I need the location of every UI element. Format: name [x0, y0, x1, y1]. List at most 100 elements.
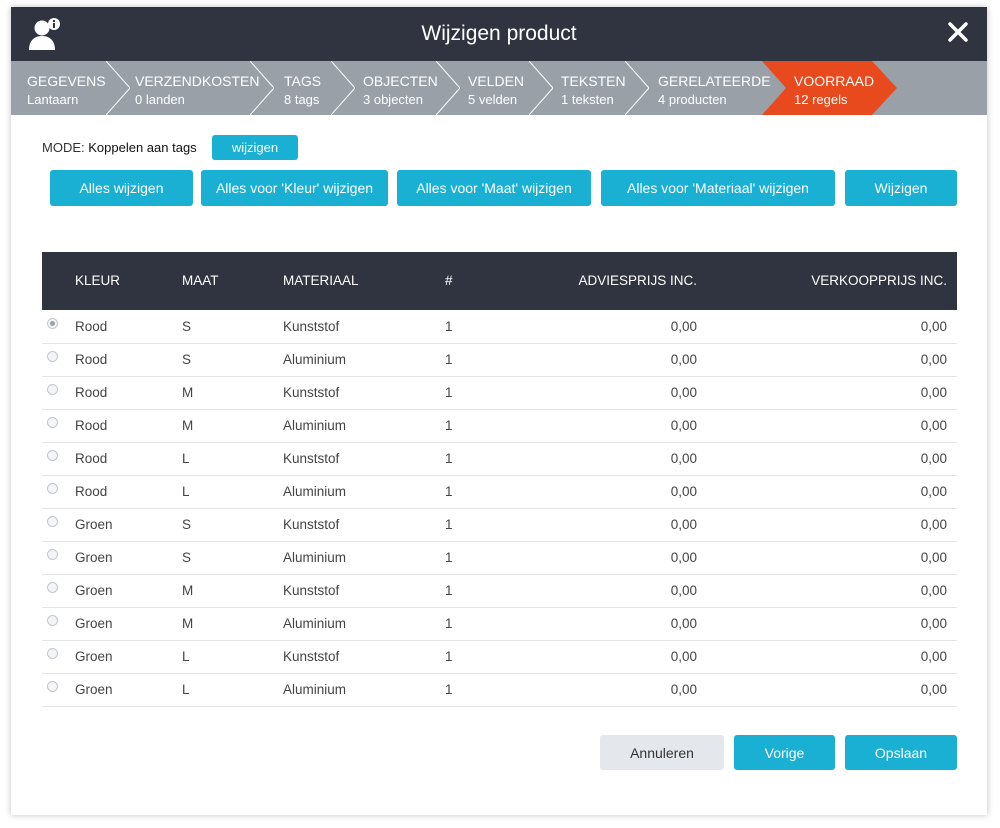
cell-materiaal: Aluminium: [283, 616, 347, 631]
row-select-radio[interactable]: [47, 450, 58, 461]
row-select-radio[interactable]: [47, 549, 58, 560]
cell-kleur: Groen: [75, 583, 113, 598]
cell-verkoopprijs: 0,00: [920, 517, 947, 532]
cell-materiaal: Aluminium: [283, 550, 347, 565]
table-row[interactable]: Groen L Kunststof 1 0,00 0,00: [42, 640, 957, 674]
step-label: OBJECTEN: [363, 73, 438, 89]
edit-all-button[interactable]: Alles wijzigen: [50, 170, 193, 206]
cell-maat: M: [182, 385, 194, 400]
cell-verkoopprijs: 0,00: [920, 682, 947, 697]
cell-maat: M: [182, 418, 194, 433]
mode-label: MODE:: [42, 140, 85, 155]
cell-adviesprijs: 0,00: [670, 385, 697, 400]
step-sublabel: 4 producten: [658, 92, 727, 107]
cell-materiaal: Aluminium: [283, 418, 347, 433]
cell-adviesprijs: 0,00: [670, 682, 697, 697]
cell-materiaal: Kunststof: [283, 649, 340, 664]
column-header-verkoopprijs[interactable]: VERKOOPPRIJS INC.: [811, 273, 947, 288]
step-separator-chevron: [436, 61, 460, 115]
table-row[interactable]: Rood L Kunststof 1 0,00 0,00: [42, 442, 957, 476]
step-separator-chevron: [106, 61, 130, 115]
row-select-radio[interactable]: [47, 318, 58, 329]
edit-all-kleur-button[interactable]: Alles voor 'Kleur' wijzigen: [201, 170, 388, 206]
cell-maat: M: [182, 583, 194, 598]
row-select-radio[interactable]: [47, 615, 58, 626]
cell-count: 1: [445, 583, 453, 598]
cell-maat: L: [182, 484, 190, 499]
row-select-radio[interactable]: [47, 648, 58, 659]
cancel-button[interactable]: Annuleren: [600, 735, 724, 770]
mode-value: Koppelen aan tags: [88, 140, 197, 155]
cell-verkoopprijs: 0,00: [920, 451, 947, 466]
cell-maat: L: [182, 451, 190, 466]
table-row[interactable]: Groen M Aluminium 1 0,00 0,00: [42, 607, 957, 641]
cell-verkoopprijs: 0,00: [920, 418, 947, 433]
row-select-radio[interactable]: [47, 384, 58, 395]
row-select-radio[interactable]: [47, 582, 58, 593]
mode-indicator: MODE: Koppelen aan tags: [42, 140, 197, 155]
table-row[interactable]: Groen L Aluminium 1 0,00 0,00: [42, 673, 957, 707]
step-label: VELDEN: [468, 73, 525, 89]
dialog-title: Wijzigen product: [421, 22, 577, 45]
table-row[interactable]: Rood L Aluminium 1 0,00 0,00: [42, 475, 957, 509]
cell-maat: M: [182, 616, 194, 631]
table-row[interactable]: Rood S Kunststof 1 0,00 0,00: [42, 310, 957, 344]
cell-verkoopprijs: 0,00: [920, 616, 947, 631]
previous-button[interactable]: Vorige: [734, 735, 835, 770]
step-separator-chevron: [625, 61, 649, 115]
cell-kleur: Groen: [75, 649, 113, 664]
cell-kleur: Rood: [75, 319, 108, 334]
row-select-radio[interactable]: [47, 417, 58, 428]
save-button[interactable]: Opslaan: [845, 735, 957, 770]
edit-all-materiaal-button[interactable]: Alles voor 'Materiaal' wijzigen: [601, 170, 835, 206]
table-row[interactable]: Rood S Aluminium 1 0,00 0,00: [42, 343, 957, 377]
step-label: VOORRAAD: [794, 73, 875, 89]
cell-verkoopprijs: 0,00: [920, 319, 947, 334]
cell-count: 1: [445, 484, 453, 499]
column-header-kleur[interactable]: KLEUR: [75, 273, 120, 288]
table-row[interactable]: Rood M Aluminium 1 0,00 0,00: [42, 409, 957, 443]
cell-kleur: Rood: [75, 484, 108, 499]
cell-materiaal: Aluminium: [283, 484, 347, 499]
cell-count: 1: [445, 451, 453, 466]
row-select-radio[interactable]: [47, 681, 58, 692]
edit-all-maat-button[interactable]: Alles voor 'Maat' wijzigen: [397, 170, 591, 206]
column-header-adviesprijs[interactable]: ADVIESPRIJS INC.: [578, 273, 697, 288]
cell-verkoopprijs: 0,00: [920, 583, 947, 598]
column-header-maat[interactable]: MAAT: [182, 273, 219, 288]
cell-verkoopprijs: 0,00: [920, 649, 947, 664]
cell-adviesprijs: 0,00: [670, 484, 697, 499]
cell-count: 1: [445, 352, 453, 367]
cell-kleur: Rood: [75, 352, 108, 367]
table-row[interactable]: Groen M Kunststof 1 0,00 0,00: [42, 574, 957, 608]
edit-button[interactable]: Wijzigen: [845, 170, 957, 206]
cell-verkoopprijs: 0,00: [920, 484, 947, 499]
step-label: TAGS: [284, 73, 322, 89]
cell-materiaal: Kunststof: [283, 385, 340, 400]
cell-adviesprijs: 0,00: [670, 451, 697, 466]
wizard-steps: GEGEVENS Lantaarn VERZENDKOSTEN 0 landen…: [11, 61, 987, 115]
row-select-radio[interactable]: [47, 351, 58, 362]
cell-materiaal: Kunststof: [283, 451, 340, 466]
table-row[interactable]: Rood M Kunststof 1 0,00 0,00: [42, 376, 957, 410]
cell-count: 1: [445, 517, 453, 532]
step-label: GEGEVENS: [27, 73, 106, 89]
cell-adviesprijs: 0,00: [670, 352, 697, 367]
cell-count: 1: [445, 418, 453, 433]
row-select-radio[interactable]: [47, 483, 58, 494]
step-label: GERELATEERDE: [658, 73, 771, 89]
cell-materiaal: Kunststof: [283, 583, 340, 598]
table-row[interactable]: Groen S Aluminium 1 0,00 0,00: [42, 541, 957, 575]
close-icon[interactable]: [947, 21, 969, 43]
step-label: TEKSTEN: [561, 73, 626, 89]
column-header-materiaal[interactable]: MATERIAAL: [283, 273, 359, 288]
column-header-count[interactable]: #: [445, 273, 453, 288]
row-select-radio[interactable]: [47, 516, 58, 527]
cell-materiaal: Aluminium: [283, 352, 347, 367]
step-sublabel: 5 velden: [468, 92, 518, 107]
change-mode-button[interactable]: wijzigen: [212, 135, 298, 160]
cell-kleur: Groen: [75, 517, 113, 532]
cell-verkoopprijs: 0,00: [920, 352, 947, 367]
table-row[interactable]: Groen S Kunststof 1 0,00 0,00: [42, 508, 957, 542]
cell-verkoopprijs: 0,00: [920, 550, 947, 565]
